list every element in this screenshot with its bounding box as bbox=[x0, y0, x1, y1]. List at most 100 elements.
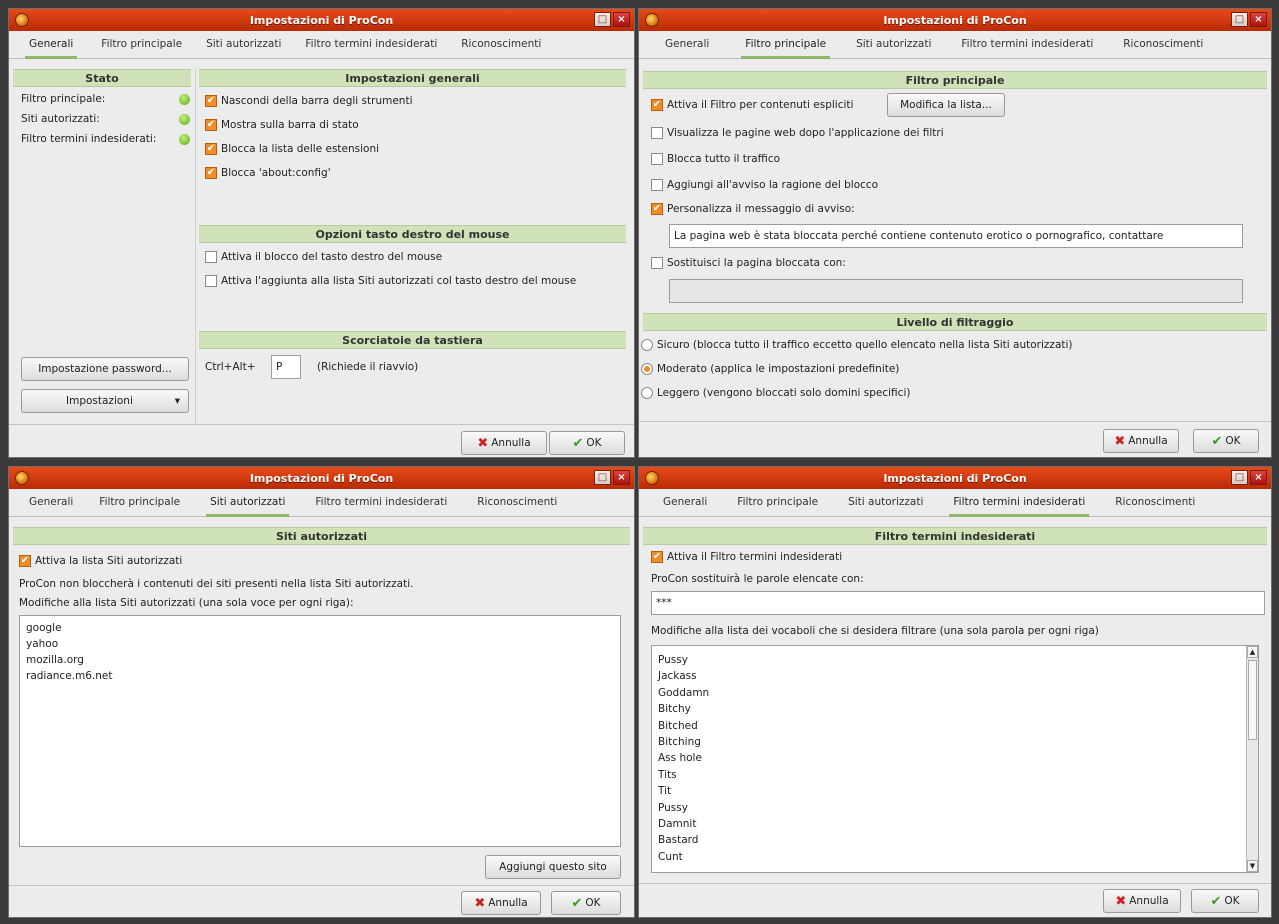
tab-filtro-termini[interactable]: Filtro termini indesiderati bbox=[305, 38, 437, 58]
sostituisci-pagina-checkbox[interactable]: Sostituisci la pagina bloccata con: bbox=[651, 257, 846, 269]
maximize-icon[interactable]: □ bbox=[1231, 12, 1248, 27]
tab-filtro-principale[interactable]: Filtro principale bbox=[737, 496, 818, 516]
visualizza-pagine-checkbox[interactable]: Visualizza le pagine web dopo l'applicaz… bbox=[651, 127, 944, 139]
impostazioni-generali-header: Impostazioni generali bbox=[199, 69, 626, 87]
checkbox-checked[interactable] bbox=[651, 203, 663, 215]
personalizza-messaggio-checkbox[interactable]: Personalizza il messaggio di avviso: bbox=[651, 203, 855, 215]
blocca-traffico-checkbox[interactable]: Blocca tutto il traffico bbox=[651, 153, 780, 165]
close-icon[interactable]: × bbox=[1250, 470, 1267, 485]
checkbox-unchecked[interactable] bbox=[651, 179, 663, 191]
title-bar[interactable]: Impostazioni di ProCon □ × bbox=[9, 9, 634, 31]
tab-generali[interactable]: Generali bbox=[24, 38, 78, 59]
checkbox-checked[interactable] bbox=[205, 143, 217, 155]
sostituira-label: ProCon sostituirà le parole elencate con… bbox=[651, 573, 864, 585]
tab-riconoscimenti[interactable]: Riconoscimenti bbox=[477, 496, 557, 516]
tab-generali[interactable]: Generali bbox=[663, 496, 707, 516]
blocca-about-config-checkbox[interactable]: Blocca 'about:config' bbox=[205, 167, 331, 179]
pagina-sostitutiva-field[interactable] bbox=[669, 279, 1243, 303]
checkbox-checked[interactable] bbox=[651, 99, 663, 111]
modifica-lista-button[interactable]: Modifica la lista... bbox=[887, 93, 1005, 117]
checkbox-checked[interactable] bbox=[19, 555, 31, 567]
tab-filtro-principale[interactable]: Filtro principale bbox=[101, 38, 182, 58]
tab-filtro-termini[interactable]: Filtro termini indesiderati bbox=[949, 496, 1090, 517]
ok-button[interactable]: ✔ OK bbox=[549, 431, 625, 455]
attiva-siti-checkbox[interactable]: Attiva la lista Siti autorizzati bbox=[19, 555, 182, 567]
title-bar[interactable]: Impostazioni di ProCon □ × bbox=[9, 467, 634, 489]
tab-siti-autorizzati[interactable]: Siti autorizzati bbox=[848, 496, 923, 516]
title-bar[interactable]: Impostazioni di ProCon □ × bbox=[639, 9, 1271, 31]
tab-siti-autorizzati[interactable]: Siti autorizzati bbox=[206, 496, 290, 517]
window-generali: Impostazioni di ProCon □ × Generali Filtr… bbox=[8, 8, 635, 458]
checkbox-unchecked[interactable] bbox=[651, 153, 663, 165]
livello-filtraggio-header: Livello di filtraggio bbox=[643, 313, 1267, 331]
mostra-barra-stato-checkbox[interactable]: Mostra sulla barra di stato bbox=[205, 119, 359, 131]
tab-generali[interactable]: Generali bbox=[665, 38, 709, 58]
blocca-estensioni-checkbox[interactable]: Blocca la lista delle estensioni bbox=[205, 143, 379, 155]
checkbox-unchecked[interactable] bbox=[205, 275, 217, 287]
shortcut-key-field[interactable]: P bbox=[271, 355, 301, 379]
impostazione-password-button[interactable]: Impostazione password... bbox=[21, 357, 189, 381]
maximize-icon[interactable]: □ bbox=[594, 12, 611, 27]
attiva-termini-checkbox[interactable]: Attiva il Filtro termini indesiderati bbox=[651, 551, 842, 563]
checkbox-checked[interactable] bbox=[205, 119, 217, 131]
close-icon[interactable]: × bbox=[1250, 12, 1267, 27]
stato-filtro-principale: Filtro principale: bbox=[21, 93, 106, 105]
radio-unselected[interactable] bbox=[641, 387, 653, 399]
ok-button[interactable]: ✔ OK bbox=[551, 891, 621, 915]
replacement-field[interactable]: *** bbox=[651, 591, 1265, 615]
ok-button[interactable]: ✔ OK bbox=[1191, 889, 1259, 913]
ok-button[interactable]: ✔ OK bbox=[1193, 429, 1259, 453]
modifiche-vocaboli-label: Modifiche alla lista dei vocaboli che si… bbox=[651, 625, 1099, 637]
siti-textarea[interactable]: google yahoo mozilla.org radiance.m6.net bbox=[19, 615, 621, 847]
close-icon[interactable]: × bbox=[613, 12, 630, 27]
nascondi-barra-checkbox[interactable]: Nascondi della barra degli strumenti bbox=[205, 95, 412, 107]
checkbox-unchecked[interactable] bbox=[651, 257, 663, 269]
attiva-filtro-checkbox[interactable]: Attiva il Filtro per contenuti espliciti bbox=[651, 99, 853, 111]
radio-selected[interactable] bbox=[641, 363, 653, 375]
annulla-button[interactable]: ✖ Annulla bbox=[1103, 429, 1179, 453]
checkbox-checked[interactable] bbox=[205, 167, 217, 179]
footer-divider bbox=[639, 421, 1271, 422]
checkbox-unchecked[interactable] bbox=[651, 127, 663, 139]
aggiungi-ragione-checkbox[interactable]: Aggiungi all'avviso la ragione del blocc… bbox=[651, 179, 878, 191]
tab-filtro-termini[interactable]: Filtro termini indesiderati bbox=[961, 38, 1093, 58]
tab-siti-autorizzati[interactable]: Siti autorizzati bbox=[206, 38, 281, 58]
tab-bar: Generali Filtro principale Siti autorizz… bbox=[9, 31, 634, 59]
title-bar[interactable]: Impostazioni di ProCon □ × bbox=[639, 467, 1271, 489]
livello-moderato-radio[interactable]: Moderato (applica le impostazioni predef… bbox=[641, 363, 899, 375]
checkbox-checked[interactable] bbox=[205, 95, 217, 107]
livello-leggero-radio[interactable]: Leggero (vengono bloccati solo domini sp… bbox=[641, 387, 910, 399]
radio-unselected[interactable] bbox=[641, 339, 653, 351]
annulla-button[interactable]: ✖ Annulla bbox=[461, 891, 541, 915]
messaggio-avviso-field[interactable]: La pagina web è stata bloccata perché co… bbox=[669, 224, 1243, 248]
tab-generali[interactable]: Generali bbox=[29, 496, 73, 516]
filtro-termini-header: Filtro termini indesiderati bbox=[643, 527, 1267, 545]
annulla-button[interactable]: ✖ Annulla bbox=[461, 431, 547, 455]
maximize-icon[interactable]: □ bbox=[594, 470, 611, 485]
aggiungi-sito-button[interactable]: Aggiungi questo sito bbox=[485, 855, 621, 879]
tab-filtro-principale[interactable]: Filtro principale bbox=[741, 38, 830, 59]
tab-riconoscimenti[interactable]: Riconoscimenti bbox=[1115, 496, 1195, 516]
vertical-scrollbar[interactable]: ▲ ▼ bbox=[1246, 646, 1258, 872]
status-ok-icon bbox=[179, 94, 190, 105]
tab-riconoscimenti[interactable]: Riconoscimenti bbox=[461, 38, 541, 58]
tab-filtro-termini[interactable]: Filtro termini indesiderati bbox=[315, 496, 447, 516]
word-entry: Pussy bbox=[658, 801, 688, 814]
tab-siti-autorizzati[interactable]: Siti autorizzati bbox=[856, 38, 931, 58]
livello-sicuro-radio[interactable]: Sicuro (blocca tutto il traffico eccetto… bbox=[641, 339, 1073, 351]
impostazioni-dropdown[interactable]: Impostazioni ▾ bbox=[21, 389, 189, 413]
vocaboli-textarea[interactable]: Pussy Jackass Goddamn Bitchy Bitched Bit… bbox=[651, 645, 1259, 873]
tab-filtro-principale[interactable]: Filtro principale bbox=[99, 496, 180, 516]
blocco-tasto-destro-checkbox[interactable]: Attiva il blocco del tasto destro del mo… bbox=[205, 251, 442, 263]
modifiche-siti-label: Modifiche alla lista Siti autorizzati (u… bbox=[19, 597, 354, 609]
aggiunta-siti-tasto-destro-checkbox[interactable]: Attiva l'aggiunta alla lista Siti autori… bbox=[205, 275, 576, 287]
annulla-button[interactable]: ✖ Annulla bbox=[1103, 889, 1181, 913]
scroll-up-icon[interactable]: ▲ bbox=[1247, 646, 1258, 658]
tab-riconoscimenti[interactable]: Riconoscimenti bbox=[1123, 38, 1203, 58]
checkbox-checked[interactable] bbox=[651, 551, 663, 563]
close-icon[interactable]: × bbox=[613, 470, 630, 485]
scroll-down-icon[interactable]: ▼ bbox=[1247, 860, 1258, 872]
maximize-icon[interactable]: □ bbox=[1231, 470, 1248, 485]
scrollbar-thumb[interactable] bbox=[1248, 660, 1257, 740]
checkbox-unchecked[interactable] bbox=[205, 251, 217, 263]
